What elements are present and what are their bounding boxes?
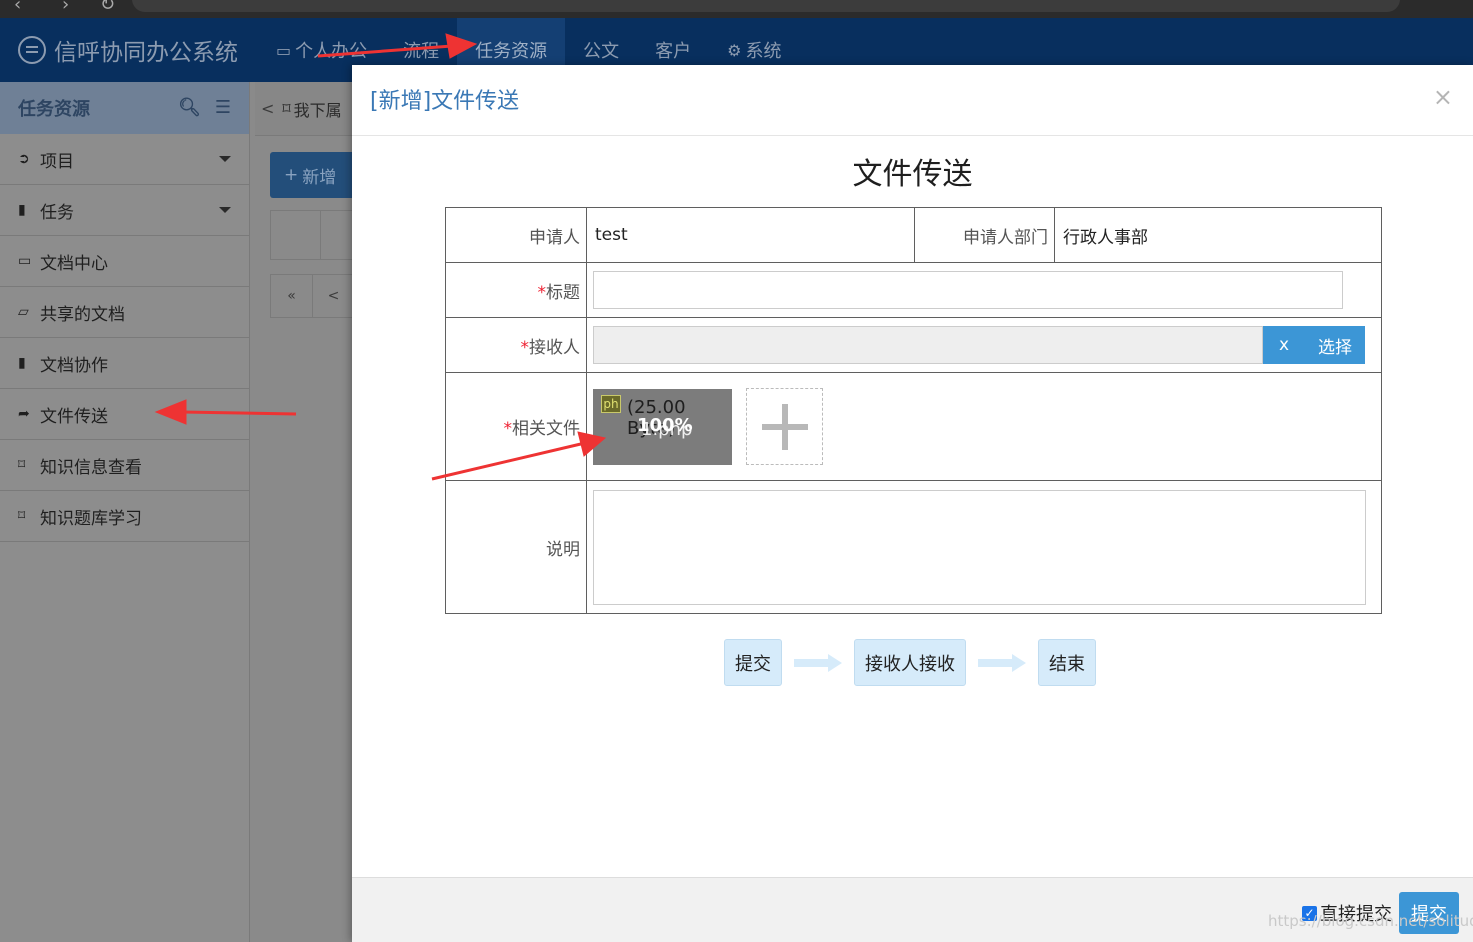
sidebar-item-label: 文档中心 — [40, 253, 108, 274]
bookmark-icon: ⌑ — [18, 457, 26, 473]
flow-step-submit: 提交 — [724, 639, 782, 686]
modal-header: [新增]文件传送 × — [352, 65, 1473, 136]
sidebar-item-label: 文件传送 — [40, 406, 108, 427]
tab-label[interactable]: 我下属 — [294, 97, 342, 121]
book-icon: ▮ — [18, 202, 26, 218]
desc-cell — [586, 480, 1382, 614]
tab-bar: < ⌑ 我下属 — [255, 82, 355, 136]
add-file-button[interactable] — [746, 388, 823, 465]
prev-page-button[interactable]: < — [313, 275, 355, 317]
sidebar-item-2[interactable]: ▭ 文档中心 — [0, 236, 249, 287]
sidebar-item-0[interactable]: ➲ 项目 — [0, 134, 249, 185]
sidebar-item-label: 任务 — [40, 202, 74, 223]
back-icon[interactable]: ‹ — [14, 0, 21, 15]
desktop-icon: ▭ — [276, 40, 292, 60]
address-bar[interactable] — [132, 0, 1400, 12]
flow-step-end: 结束 — [1038, 639, 1096, 686]
arrow-circle-icon: ➲ — [18, 151, 30, 167]
flow-step-receive: 接收人接收 — [854, 639, 966, 686]
receiver-cell: x 选择 — [586, 317, 1382, 373]
select-receiver-button[interactable]: 选择 — [1305, 326, 1365, 364]
nav-label: 客户 — [655, 41, 692, 62]
files-label: *相关文件 — [445, 372, 587, 481]
files-cell: ph (25.00 Byte) 1.php 100% — [586, 372, 1382, 481]
applicant-label: 申请人 — [445, 207, 587, 263]
share-icon: ➦ — [18, 406, 30, 422]
content-area: < ⌑ 我下属 + 新增 « < — [255, 82, 360, 942]
caret-down-icon — [219, 156, 231, 162]
first-page-button[interactable]: « — [271, 275, 313, 317]
dept-value: 行政人事部 — [1054, 207, 1382, 263]
nav-label: 流程 — [403, 41, 440, 62]
caret-down-icon — [219, 207, 231, 213]
title-label: *标题 — [445, 262, 587, 318]
sidebar-item-6[interactable]: ⌑ 知识信息查看 — [0, 440, 249, 491]
upload-progress: 100% — [637, 414, 693, 436]
folder-open-icon: ▱ — [18, 304, 29, 320]
sidebar-item-4[interactable]: ▮ 文档协作 — [0, 338, 249, 389]
receiver-input[interactable] — [593, 326, 1263, 364]
arrow-right-icon — [794, 653, 842, 672]
chat-logo-icon — [18, 36, 46, 64]
dept-label: 申请人部门 — [914, 207, 1055, 263]
title-input[interactable] — [593, 271, 1343, 309]
brand: 信呼协同办公系统 — [18, 34, 238, 66]
search-icon[interactable]: 🔍︎ — [178, 97, 201, 118]
sidebar-item-label: 知识题库学习 — [40, 508, 142, 529]
modal-title: [新增]文件传送 — [370, 89, 520, 114]
new-file-transfer-dialog: [新增]文件传送 × 文件传送 申请人 test 申请人部门 行政人事部 *标题… — [352, 65, 1473, 942]
desc-label: 说明 — [445, 480, 587, 614]
file-transfer-form: 申请人 test 申请人部门 行政人事部 *标题 *接收人 x 选择 *相关文件 — [445, 207, 1382, 614]
reload-icon[interactable]: ↻ — [100, 0, 115, 15]
modal-footer: ✓ 直接提交 提交 — [352, 877, 1473, 942]
bookmark-icon: ⌑ — [282, 99, 291, 118]
arrow-right-icon — [978, 653, 1026, 672]
description-textarea[interactable] — [593, 489, 1366, 605]
pagination: « < — [270, 274, 360, 318]
sidebar-item-5[interactable]: ➦ 文件传送 — [0, 389, 249, 440]
add-button[interactable]: + 新增 — [270, 152, 360, 198]
receiver-label: *接收人 — [445, 317, 587, 373]
nav-label: 任务资源 — [475, 41, 548, 62]
sidebar-item-1[interactable]: ▮ 任务 — [0, 185, 249, 236]
sidebar-item-label: 知识信息查看 — [40, 457, 142, 478]
tab-scroll-left[interactable]: < — [261, 99, 274, 118]
forward-icon[interactable]: › — [62, 0, 69, 15]
file-icon: ▮ — [18, 355, 26, 371]
form-title: 文件传送 — [852, 157, 973, 192]
plus-icon: + — [284, 165, 299, 185]
brand-name: 信呼协同办公系统 — [54, 40, 238, 66]
data-table — [270, 210, 360, 260]
clear-receiver-button[interactable]: x — [1263, 326, 1305, 364]
watermark: https://blog.csdn.net/solitudi — [1268, 912, 1473, 930]
sidebar-title: 任务资源 — [18, 99, 90, 120]
php-file-icon: ph — [601, 394, 621, 413]
sidebar: 任务资源 🔍︎ ☰ ➲ 项目 ▮ 任务 ▭ 文档中心 ▱ 共享的文档 ▮ 文档协作 ➦ 文件传送 ⌑ 知识… — [0, 82, 250, 942]
sidebar-item-label: 文档协作 — [40, 355, 108, 376]
title-cell — [586, 262, 1382, 318]
sidebar-item-label: 项目 — [40, 151, 74, 172]
nav-label: 个人办公 — [295, 41, 368, 62]
nav-label: 公文 — [583, 41, 620, 62]
nav-label: 系统 — [745, 41, 782, 62]
sidebar-item-7[interactable]: ⌑ 知识题库学习 — [0, 491, 249, 542]
sidebar-item-label: 共享的文档 — [40, 304, 125, 325]
browser-toolbar: ‹ › ↻ — [0, 0, 1473, 18]
folder-icon: ▭ — [18, 253, 32, 269]
uploaded-file[interactable]: ph (25.00 Byte) 1.php 100% — [593, 388, 732, 465]
menu-icon[interactable]: ☰ — [215, 97, 231, 118]
add-button-label: 新增 — [302, 167, 337, 188]
gear-icon: ⚙ — [727, 40, 742, 60]
sidebar-header: 任务资源 🔍︎ ☰ — [0, 82, 249, 134]
applicant-value: test — [586, 207, 915, 263]
bookmark-icon: ⌑ — [18, 508, 26, 524]
close-icon[interactable]: × — [1433, 83, 1453, 111]
workflow-steps: 提交 接收人接收 结束 — [724, 639, 1096, 686]
sidebar-item-3[interactable]: ▱ 共享的文档 — [0, 287, 249, 338]
